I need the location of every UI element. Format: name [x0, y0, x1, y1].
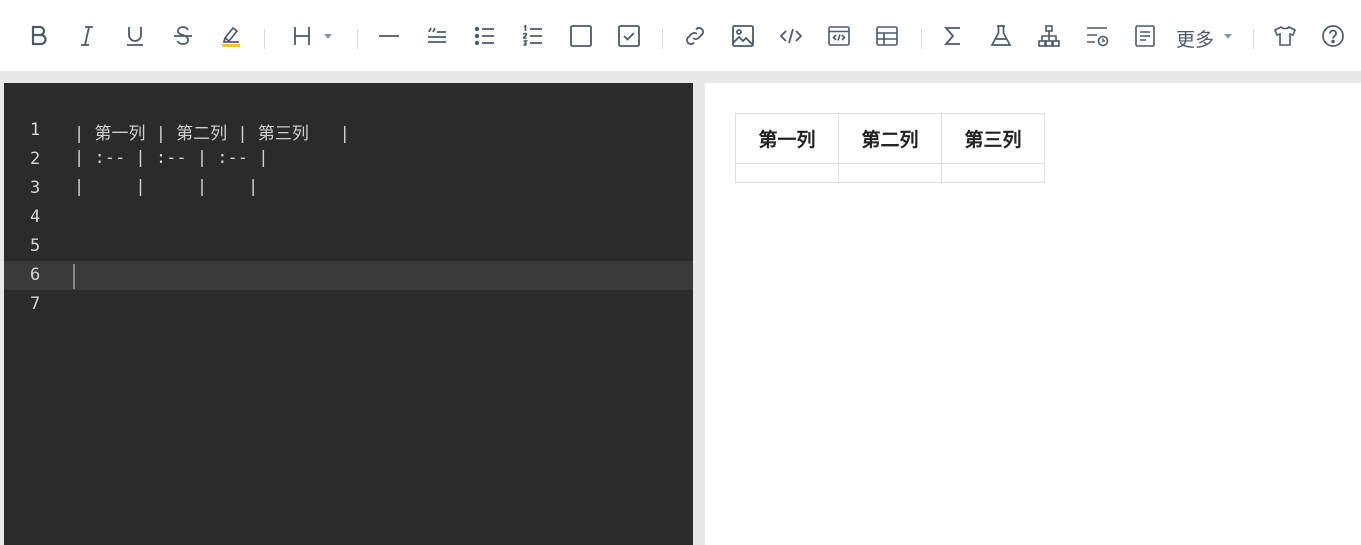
help-icon: [1322, 25, 1344, 47]
line-number: 3: [30, 178, 41, 198]
heading-icon: [294, 27, 310, 45]
code-block-button[interactable]: [825, 22, 853, 50]
code-block-icon: [828, 26, 850, 46]
quote-icon: [428, 27, 446, 43]
underline-icon: [127, 27, 143, 46]
code-icon: [779, 28, 803, 44]
numbered-list-icon: [522, 24, 542, 46]
theme-button[interactable]: [1271, 22, 1299, 50]
checked-checkbox-button[interactable]: [615, 22, 643, 50]
table-cell: [735, 163, 839, 183]
graph-icon: [1038, 25, 1060, 47]
editor-line[interactable]: 5: [4, 232, 693, 261]
image-icon: [732, 25, 754, 47]
horizontal-rule-button[interactable]: [375, 22, 403, 50]
underline-button[interactable]: [121, 22, 149, 50]
line-number: 2: [30, 149, 41, 169]
table-button[interactable]: [873, 22, 901, 50]
italic-icon: [81, 26, 93, 46]
link-button[interactable]: [681, 22, 709, 50]
line-number: 5: [30, 236, 41, 256]
preview-table: 第一列 第二列 第三列: [735, 113, 1045, 183]
text-cursor: [73, 264, 75, 289]
line-code[interactable]: | | | |: [74, 177, 258, 197]
timeline-icon: [1087, 27, 1109, 47]
editor-line[interactable]: 7: [4, 290, 693, 319]
shirt-icon: [1273, 25, 1297, 46]
toolbar: 更多: [0, 0, 1361, 72]
table-row: [735, 163, 1045, 183]
bold-icon: [31, 25, 47, 46]
table-header-cell: 第一列: [735, 113, 839, 164]
toolbar-separator: [662, 29, 663, 49]
line-number: 6: [30, 265, 41, 285]
line-number: 1: [30, 120, 41, 140]
unordered-list-button[interactable]: [471, 22, 499, 50]
strikethrough-button[interactable]: [169, 22, 197, 50]
document-icon: [1135, 25, 1155, 47]
inline-code-button[interactable]: [777, 22, 805, 50]
formula-button[interactable]: [939, 22, 967, 50]
editor-line[interactable]: 3 | | | |: [4, 174, 693, 203]
table-icon: [876, 26, 898, 46]
highlight-button[interactable]: [217, 22, 245, 50]
bold-button[interactable]: [25, 22, 53, 50]
flask-icon: [990, 25, 1012, 46]
heading-button[interactable]: [288, 22, 316, 50]
pane-divider[interactable]: [693, 83, 705, 545]
sigma-icon: [944, 27, 960, 45]
italic-button[interactable]: [73, 22, 101, 50]
link-icon: [686, 27, 704, 45]
graph-button[interactable]: [1035, 22, 1063, 50]
toolbar-bottom-strip: [0, 71, 1361, 83]
hr-icon: [379, 35, 399, 37]
markdown-editor[interactable]: 1 | 第一列 | 第二列 | 第三列 | 2 | :-- | :-- | :-- |…: [4, 83, 693, 545]
toolbar-separator: [264, 29, 265, 49]
editor-line[interactable]: 4: [4, 203, 693, 232]
table-cell: [941, 163, 1045, 183]
more-dropdown-caret-icon[interactable]: [1224, 34, 1232, 39]
quote-button[interactable]: [423, 22, 451, 50]
image-button[interactable]: [729, 22, 757, 50]
editor-line[interactable]: 2 | :-- | :-- | :-- |: [4, 145, 693, 174]
toolbar-separator: [921, 29, 922, 49]
toc-button[interactable]: [1131, 22, 1159, 50]
line-code[interactable]: | 第一列 | 第二列 | 第三列 |: [74, 119, 350, 144]
table-cell: [838, 163, 942, 183]
toolbar-separator: [1253, 29, 1254, 49]
experiment-button[interactable]: [987, 22, 1015, 50]
checkbox-button[interactable]: [567, 22, 595, 50]
checkbox-checked-icon: [618, 25, 640, 47]
line-code[interactable]: | :-- | :-- | :-- |: [74, 148, 268, 168]
timeline-button[interactable]: [1083, 22, 1111, 50]
ordered-list-button[interactable]: [519, 22, 547, 50]
toolbar-separator: [357, 29, 358, 49]
table-header-cell: 第二列: [838, 113, 942, 164]
line-number: 4: [30, 207, 41, 227]
preview-pane: 第一列 第二列 第三列: [705, 83, 1361, 545]
more-button[interactable]: 更多: [1176, 25, 1214, 52]
heading-dropdown-caret-icon[interactable]: [324, 34, 332, 39]
line-number: 7: [30, 294, 41, 314]
checkbox-icon: [570, 25, 592, 47]
strikethrough-icon: [174, 26, 192, 45]
help-button[interactable]: [1319, 22, 1347, 50]
highlight-icon: [222, 26, 240, 47]
editor-line[interactable]: 6: [4, 261, 693, 290]
table-header-cell: 第三列: [941, 113, 1045, 164]
editor-line[interactable]: 1 | 第一列 | 第二列 | 第三列 |: [4, 116, 693, 145]
bullet-list-icon: [474, 26, 494, 46]
